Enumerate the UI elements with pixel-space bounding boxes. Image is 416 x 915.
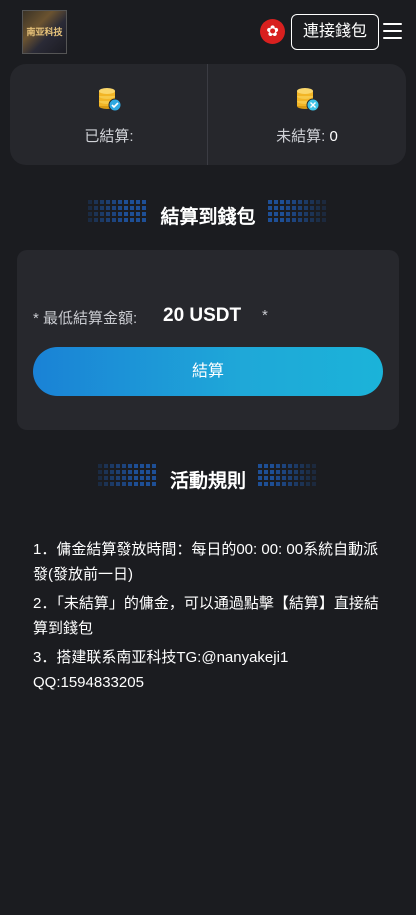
settle-card: * 最低結算金額: 20 USDT * 結算	[17, 250, 399, 430]
decor-dots-right	[268, 200, 326, 222]
min-settle-value: 20 USDT	[163, 305, 242, 326]
unsettled-label-row: 未結算: 0	[208, 125, 406, 146]
unsettled-stat: 未結算: 0	[208, 64, 406, 165]
unsettled-label: 未結算:	[276, 128, 326, 145]
settle-button[interactable]: 結算	[33, 347, 383, 396]
min-settle-star: *	[262, 307, 268, 324]
settle-section-title: 結算到錢包	[160, 207, 256, 228]
settled-stat: 已結算:	[10, 64, 208, 165]
coin-pending-icon	[297, 88, 320, 112]
unsettled-value: 0	[329, 128, 338, 145]
connect-wallet-button[interactable]: 連接錢包	[291, 14, 379, 50]
settle-section-header: 結算到錢包	[0, 196, 416, 232]
coin-check-icon	[99, 88, 122, 112]
decor-dots-right	[258, 464, 316, 486]
rule-item-3: 3．搭建联系南亚科技TG:@nanyakeji1 QQ:1594833205	[33, 649, 289, 691]
settled-label: 已結算:	[84, 128, 134, 145]
app-logo[interactable]: 南亚科技	[22, 10, 67, 54]
rules-section-header: 活動規則	[0, 460, 416, 496]
min-settle-label: * 最低結算金額:	[33, 310, 138, 327]
app-header: 南亚科技 ✿ 連接錢包	[0, 0, 416, 64]
hamburger-menu-icon[interactable]	[383, 23, 402, 40]
rule-item-2: 2．「未結算」的傭金，可以通過點擊【結算】直接結算到錢包	[33, 595, 379, 637]
rules-list: 1．傭金結算發放時間：每日的00: 00: 00系統自動派發(發放前一日) 2．…	[33, 537, 393, 699]
rules-section-title: 活動規則	[169, 471, 246, 492]
hong-kong-flag-icon[interactable]: ✿	[260, 19, 285, 44]
settlement-stats-card: 已結算: 未結算: 0	[10, 64, 406, 165]
rule-item-1: 1．傭金結算發放時間：每日的00: 00: 00系統自動派發(發放前一日)	[33, 541, 379, 583]
